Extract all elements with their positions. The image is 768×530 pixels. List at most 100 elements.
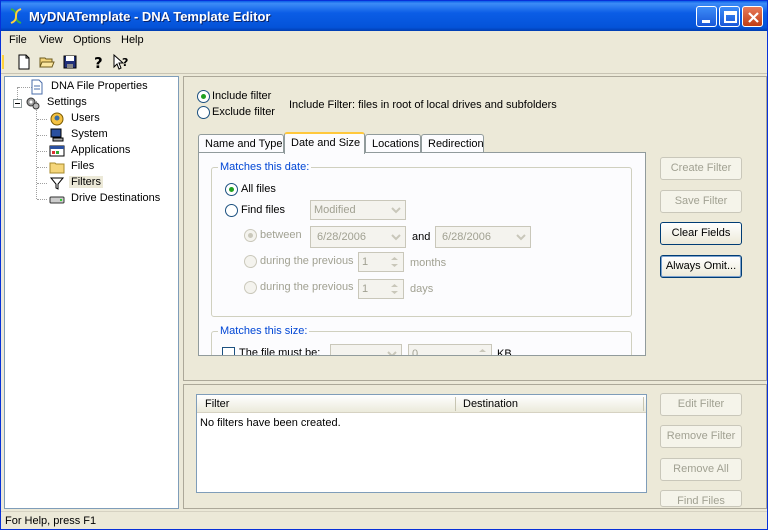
exclude-filter-radio[interactable]: [197, 106, 210, 119]
save-filter-button[interactable]: Save Filter: [660, 190, 742, 213]
date-group: Matches this date: All files Find files …: [211, 161, 632, 317]
toolbar-grip-icon: [2, 55, 4, 69]
gears-icon: [26, 97, 40, 110]
all-files-label: All files: [241, 183, 276, 195]
tab-date-and-size[interactable]: Date and Size: [284, 132, 365, 154]
tab-redirection[interactable]: Redirection: [421, 134, 484, 153]
include-filter-radio[interactable]: [197, 90, 210, 103]
maximize-icon: [724, 11, 737, 23]
column-filter[interactable]: Filter: [205, 398, 229, 410]
edit-filter-button[interactable]: Edit Filter: [660, 393, 742, 416]
empty-list-message: No filters have been created.: [200, 417, 341, 429]
chevron-down-icon: [388, 202, 404, 218]
menu-options[interactable]: Options: [73, 34, 111, 46]
find-files-label: Find files: [241, 204, 286, 216]
help-icon[interactable]: ?: [90, 53, 108, 71]
find-files-button[interactable]: Find Files: [660, 490, 742, 507]
date-from-picker[interactable]: 6/28/2006: [310, 226, 406, 248]
status-bar: For Help, press F1: [1, 511, 767, 529]
date-to-value: 6/28/2006: [442, 231, 491, 243]
menu-view[interactable]: View: [39, 34, 63, 46]
date-type-select[interactable]: Modified: [310, 200, 406, 220]
spin-arrows-icon: [391, 284, 398, 294]
funnel-icon: [49, 177, 65, 190]
previous-months-radio[interactable]: [244, 255, 257, 268]
always-omit-button[interactable]: Always Omit...: [660, 255, 742, 278]
menu-help[interactable]: Help: [121, 34, 144, 46]
file-icon: [31, 79, 43, 95]
chevron-down-icon: [513, 229, 529, 245]
status-text: For Help, press F1: [5, 515, 97, 527]
computer-icon: [50, 128, 64, 142]
date-and-size-panel: Matches this date: All files Find files …: [198, 152, 646, 356]
months-stepper[interactable]: 1: [358, 252, 404, 272]
filter-description: Include Filter: files in root of local d…: [289, 99, 557, 111]
minimize-button[interactable]: [696, 6, 717, 27]
chevron-down-icon: [384, 346, 400, 355]
spin-arrows-icon: [391, 257, 398, 267]
settings-collapse-toggle[interactable]: [13, 99, 22, 108]
menu-file[interactable]: File: [9, 34, 27, 46]
size-value: 0: [412, 348, 419, 356]
folder-icon: [49, 162, 65, 174]
clear-fields-button[interactable]: Clear Fields: [660, 222, 742, 245]
date-type-value: Modified: [314, 204, 356, 216]
new-file-icon[interactable]: [15, 53, 33, 71]
users-icon: [50, 112, 64, 126]
filter-editor-pane: Include filter Exclude filter Include Fi…: [183, 76, 767, 381]
open-folder-icon[interactable]: [38, 53, 56, 71]
filter-list-pane: Filter Destination No filters have been …: [183, 384, 767, 509]
between-radio[interactable]: [244, 229, 257, 242]
chevron-down-icon: [388, 229, 404, 245]
exclude-filter-label: Exclude filter: [212, 106, 275, 118]
size-unit-label: KB: [497, 348, 512, 356]
toolbar: ? ?: [1, 50, 767, 74]
title-bar[interactable]: MyDNATemplate - DNA Template Editor: [1, 1, 767, 31]
days-unit-label: days: [410, 283, 434, 295]
find-files-radio[interactable]: [225, 204, 238, 217]
months-unit-label: months: [410, 257, 447, 269]
previous-days-radio[interactable]: [244, 281, 257, 294]
date-to-picker[interactable]: 6/28/2006: [435, 226, 531, 248]
include-filter-label: Include filter: [212, 90, 272, 102]
main-window: MyDNATemplate - DNA Template Editor File…: [0, 0, 768, 530]
drive-icon: [49, 196, 65, 204]
context-help-icon[interactable]: ?: [112, 53, 130, 71]
spin-arrows-icon: [479, 349, 486, 352]
file-size-checkbox[interactable]: [222, 347, 235, 355]
size-stepper[interactable]: 0: [408, 344, 492, 356]
applications-icon: [49, 145, 65, 157]
between-label: between: [260, 229, 302, 241]
all-files-radio[interactable]: [225, 183, 238, 196]
size-group-title: Matches this size:: [218, 325, 310, 337]
previous-days-label: during the previous: [260, 281, 354, 293]
months-value: 1: [362, 256, 369, 268]
date-group-title: Matches this date:: [218, 161, 312, 173]
close-button[interactable]: [742, 6, 763, 27]
remove-all-button[interactable]: Remove All: [660, 458, 742, 481]
filters-list[interactable]: Filter Destination No filters have been …: [196, 394, 647, 493]
date-from-value: 6/28/2006: [317, 231, 366, 243]
menu-bar: File View Options Help: [1, 31, 767, 50]
minimize-icon: [702, 20, 710, 23]
svg-text:?: ?: [94, 54, 103, 71]
tab-name-and-type[interactable]: Name and Type: [198, 134, 284, 153]
previous-months-label: during the previous: [260, 255, 354, 267]
and-label: and: [412, 231, 431, 243]
remove-filter-button[interactable]: Remove Filter: [660, 425, 742, 448]
settings-tree[interactable]: DNA File Properties Settings Users Syste…: [4, 76, 179, 509]
size-comparison-select[interactable]: [330, 344, 402, 355]
days-stepper[interactable]: 1: [358, 279, 404, 299]
filters-list-header: Filter Destination: [197, 395, 646, 413]
column-destination[interactable]: Destination: [463, 398, 518, 410]
tab-locations[interactable]: Locations: [365, 134, 421, 153]
maximize-button[interactable]: [719, 6, 740, 27]
days-value: 1: [362, 283, 369, 295]
file-size-label: The file must be:: [239, 347, 321, 356]
dna-app-icon: [10, 8, 22, 24]
save-disk-icon[interactable]: [61, 53, 79, 71]
size-group: Matches this size: The file must be: 0 K…: [211, 325, 632, 356]
close-icon: [748, 12, 759, 23]
create-filter-button[interactable]: Create Filter: [660, 157, 742, 180]
svg-text:?: ?: [122, 56, 128, 69]
